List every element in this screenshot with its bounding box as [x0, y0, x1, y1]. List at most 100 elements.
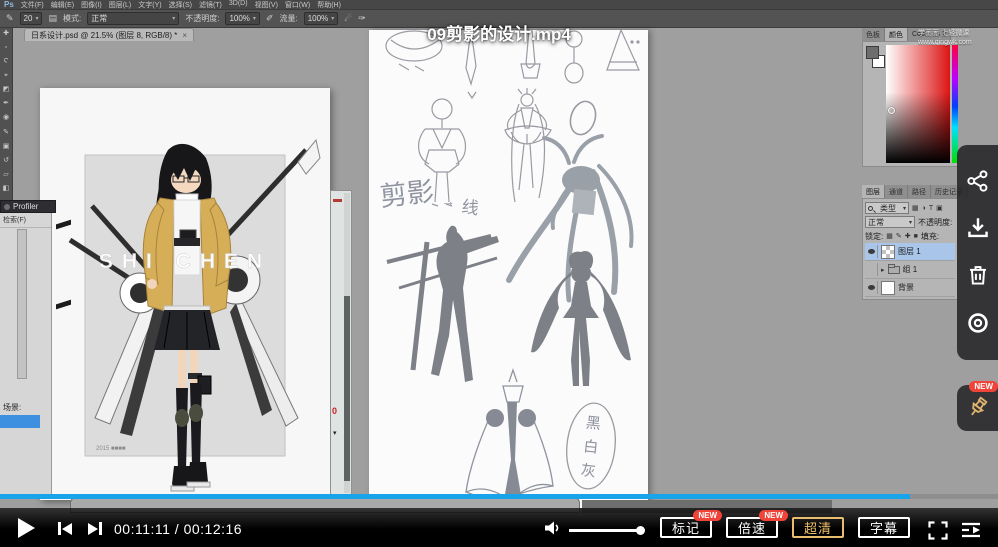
crop-tool-icon[interactable]: ◩ [3, 86, 10, 93]
record-icon[interactable] [966, 311, 990, 335]
window-fragment [333, 199, 342, 202]
volume-icon[interactable] [543, 520, 561, 536]
lock-position-icon[interactable]: ✚ [905, 232, 911, 240]
video-title: 09剪影的设计.mp4 [0, 20, 998, 45]
sketch-drawings: 剪影 → 线 [369, 30, 648, 508]
visibility-eye-icon[interactable] [865, 263, 878, 276]
mark-button[interactable]: 标记NEW [660, 517, 712, 538]
playlist-icon[interactable] [960, 521, 982, 539]
ps-menu-item[interactable]: 编辑(E) [51, 0, 74, 10]
time-display: 00:11:11 / 00:12:16 [114, 521, 242, 537]
layer-row[interactable]: ▸ 组 1 [865, 261, 955, 279]
ps-menu-item[interactable]: 图层(L) [109, 0, 132, 10]
character-illustration: SHI CHEN 2015 ■■■■ [40, 88, 330, 500]
subtitle-label: 字幕 [870, 518, 898, 537]
speed-button[interactable]: 倍速NEW [726, 517, 778, 538]
heal-tool-icon[interactable]: ◉ [3, 114, 9, 121]
new-badge: NEW [759, 510, 788, 521]
layer-name: 组 1 [903, 264, 918, 275]
saturation-value-field[interactable] [886, 45, 950, 163]
gradient-tool-icon[interactable]: ◧ [3, 185, 10, 192]
visibility-eye-icon[interactable] [865, 245, 878, 258]
window-fragment-text: 0 [332, 406, 337, 416]
layer-filter-select[interactable]: 类型 ▾ [865, 202, 909, 214]
lock-pixels-icon[interactable]: ✎ [896, 232, 902, 240]
svg-text:白: 白 [582, 438, 599, 456]
share-icon[interactable] [967, 170, 989, 192]
ps-menu-item[interactable]: 窗口(W) [285, 0, 310, 10]
layer-thumbnail[interactable] [881, 281, 895, 295]
progress-fill [0, 494, 910, 499]
filter-shape-icon[interactable]: ▣ [936, 204, 943, 212]
ps-menu-item[interactable]: 文件(F) [21, 0, 44, 10]
filter-adjustment-icon[interactable]: ◑ [922, 205, 926, 212]
eraser-tool-icon[interactable]: ▱ [3, 171, 8, 178]
ps-menu-item[interactable]: 视图(V) [255, 0, 278, 10]
note-black-white-gray: 黑白灰 [580, 414, 602, 480]
visibility-eye-icon[interactable] [865, 281, 878, 294]
canvas-sketch-page[interactable]: 剪影 → 线 [369, 30, 648, 508]
pin-icon[interactable] [966, 396, 990, 420]
scene-label: 场景: [3, 402, 21, 413]
next-button[interactable] [88, 522, 102, 535]
ps-menu-item[interactable]: 滤镜(T) [199, 0, 222, 10]
lasso-tool-icon[interactable]: Ϛ [3, 58, 8, 65]
lock-transparency-icon[interactable]: ▦ [886, 232, 893, 240]
ps-menu-item[interactable]: 选择(S) [169, 0, 192, 10]
new-badge: NEW [969, 381, 998, 392]
quality-button[interactable]: 超清 [792, 517, 844, 538]
ps-menu-item[interactable]: 图像(I) [81, 0, 102, 10]
expand-arrow-icon[interactable]: ▸ [881, 266, 885, 274]
fullscreen-icon[interactable] [928, 521, 948, 540]
wand-tool-icon[interactable]: ⌖ [4, 72, 8, 79]
profiler-window-titlebar[interactable]: Profiler [0, 200, 56, 213]
player-buttons: 标记NEW 倍速NEW 超清 字幕 [660, 517, 910, 538]
scrollbar-thumb[interactable] [344, 296, 350, 481]
ps-menu-item[interactable]: 文字(Y) [138, 0, 161, 10]
marquee-tool-icon[interactable]: ▫ [5, 44, 7, 51]
play-button[interactable] [18, 518, 35, 538]
lock-label: 锁定: [865, 231, 883, 242]
ps-menu-bar: Ps 文件(F)编辑(E)图像(I)图层(L)文字(Y)选择(S)滤镜(T)3D… [0, 0, 998, 10]
spinner-arrow-icon: ▾ [333, 429, 337, 437]
ps-menu-item[interactable]: 3D(D) [229, 0, 248, 10]
hue-slider[interactable] [952, 45, 958, 163]
download-icon[interactable] [967, 217, 989, 239]
stamp-tool-icon[interactable]: ▣ [3, 143, 10, 150]
subtitle-button[interactable]: 字幕 [858, 517, 910, 538]
eyedropper-tool-icon[interactable]: ✒ [3, 100, 9, 107]
history-brush-tool-icon[interactable]: ↺ [3, 157, 9, 164]
canvas-character-art[interactable]: SHI CHEN 2015 ■■■■ [40, 88, 330, 500]
color-picker-panel [862, 41, 958, 167]
profiler-menu[interactable]: 检索(F) [0, 213, 51, 228]
mini-toolbar [17, 229, 27, 379]
progress-bar[interactable] [0, 494, 998, 499]
layer-row[interactable]: 背景 [865, 279, 955, 297]
previous-button[interactable] [58, 522, 72, 535]
note-arrow: → [441, 193, 455, 209]
scene-selected-item[interactable] [0, 415, 40, 428]
filter-pixel-icon[interactable]: ▦ [912, 204, 919, 212]
layer-row[interactable]: 图层 1 [865, 243, 955, 261]
color-cursor[interactable] [888, 107, 895, 114]
volume-slider[interactable] [569, 529, 641, 532]
layer-blend-select[interactable]: 正常 ▾ [865, 216, 915, 228]
trash-icon[interactable] [967, 264, 989, 286]
tab-通道[interactable]: 通道 [885, 185, 908, 198]
brush-tool-icon[interactable]: ✎ [3, 129, 9, 136]
mark-label: 标记 [672, 518, 700, 537]
layer-thumbnail[interactable] [881, 245, 895, 259]
lock-all-icon[interactable]: ■ [914, 233, 918, 240]
ps-menu-item[interactable]: 帮助(H) [317, 0, 341, 10]
profiler-title: Profiler [13, 202, 38, 211]
tab-图层[interactable]: 图层 [862, 185, 885, 198]
filter-type-icon[interactable]: T [929, 205, 933, 212]
note-silhouette: 剪影 [378, 176, 435, 211]
quality-label: 超清 [804, 518, 832, 537]
fill-label: 填充: [921, 231, 939, 242]
svg-text:黑: 黑 [585, 414, 602, 432]
volume-knob[interactable] [636, 526, 645, 535]
tab-路径[interactable]: 路径 [908, 185, 931, 198]
artwork-caption: SHI CHEN [99, 250, 271, 273]
foreground-color-swatch[interactable] [866, 46, 879, 59]
